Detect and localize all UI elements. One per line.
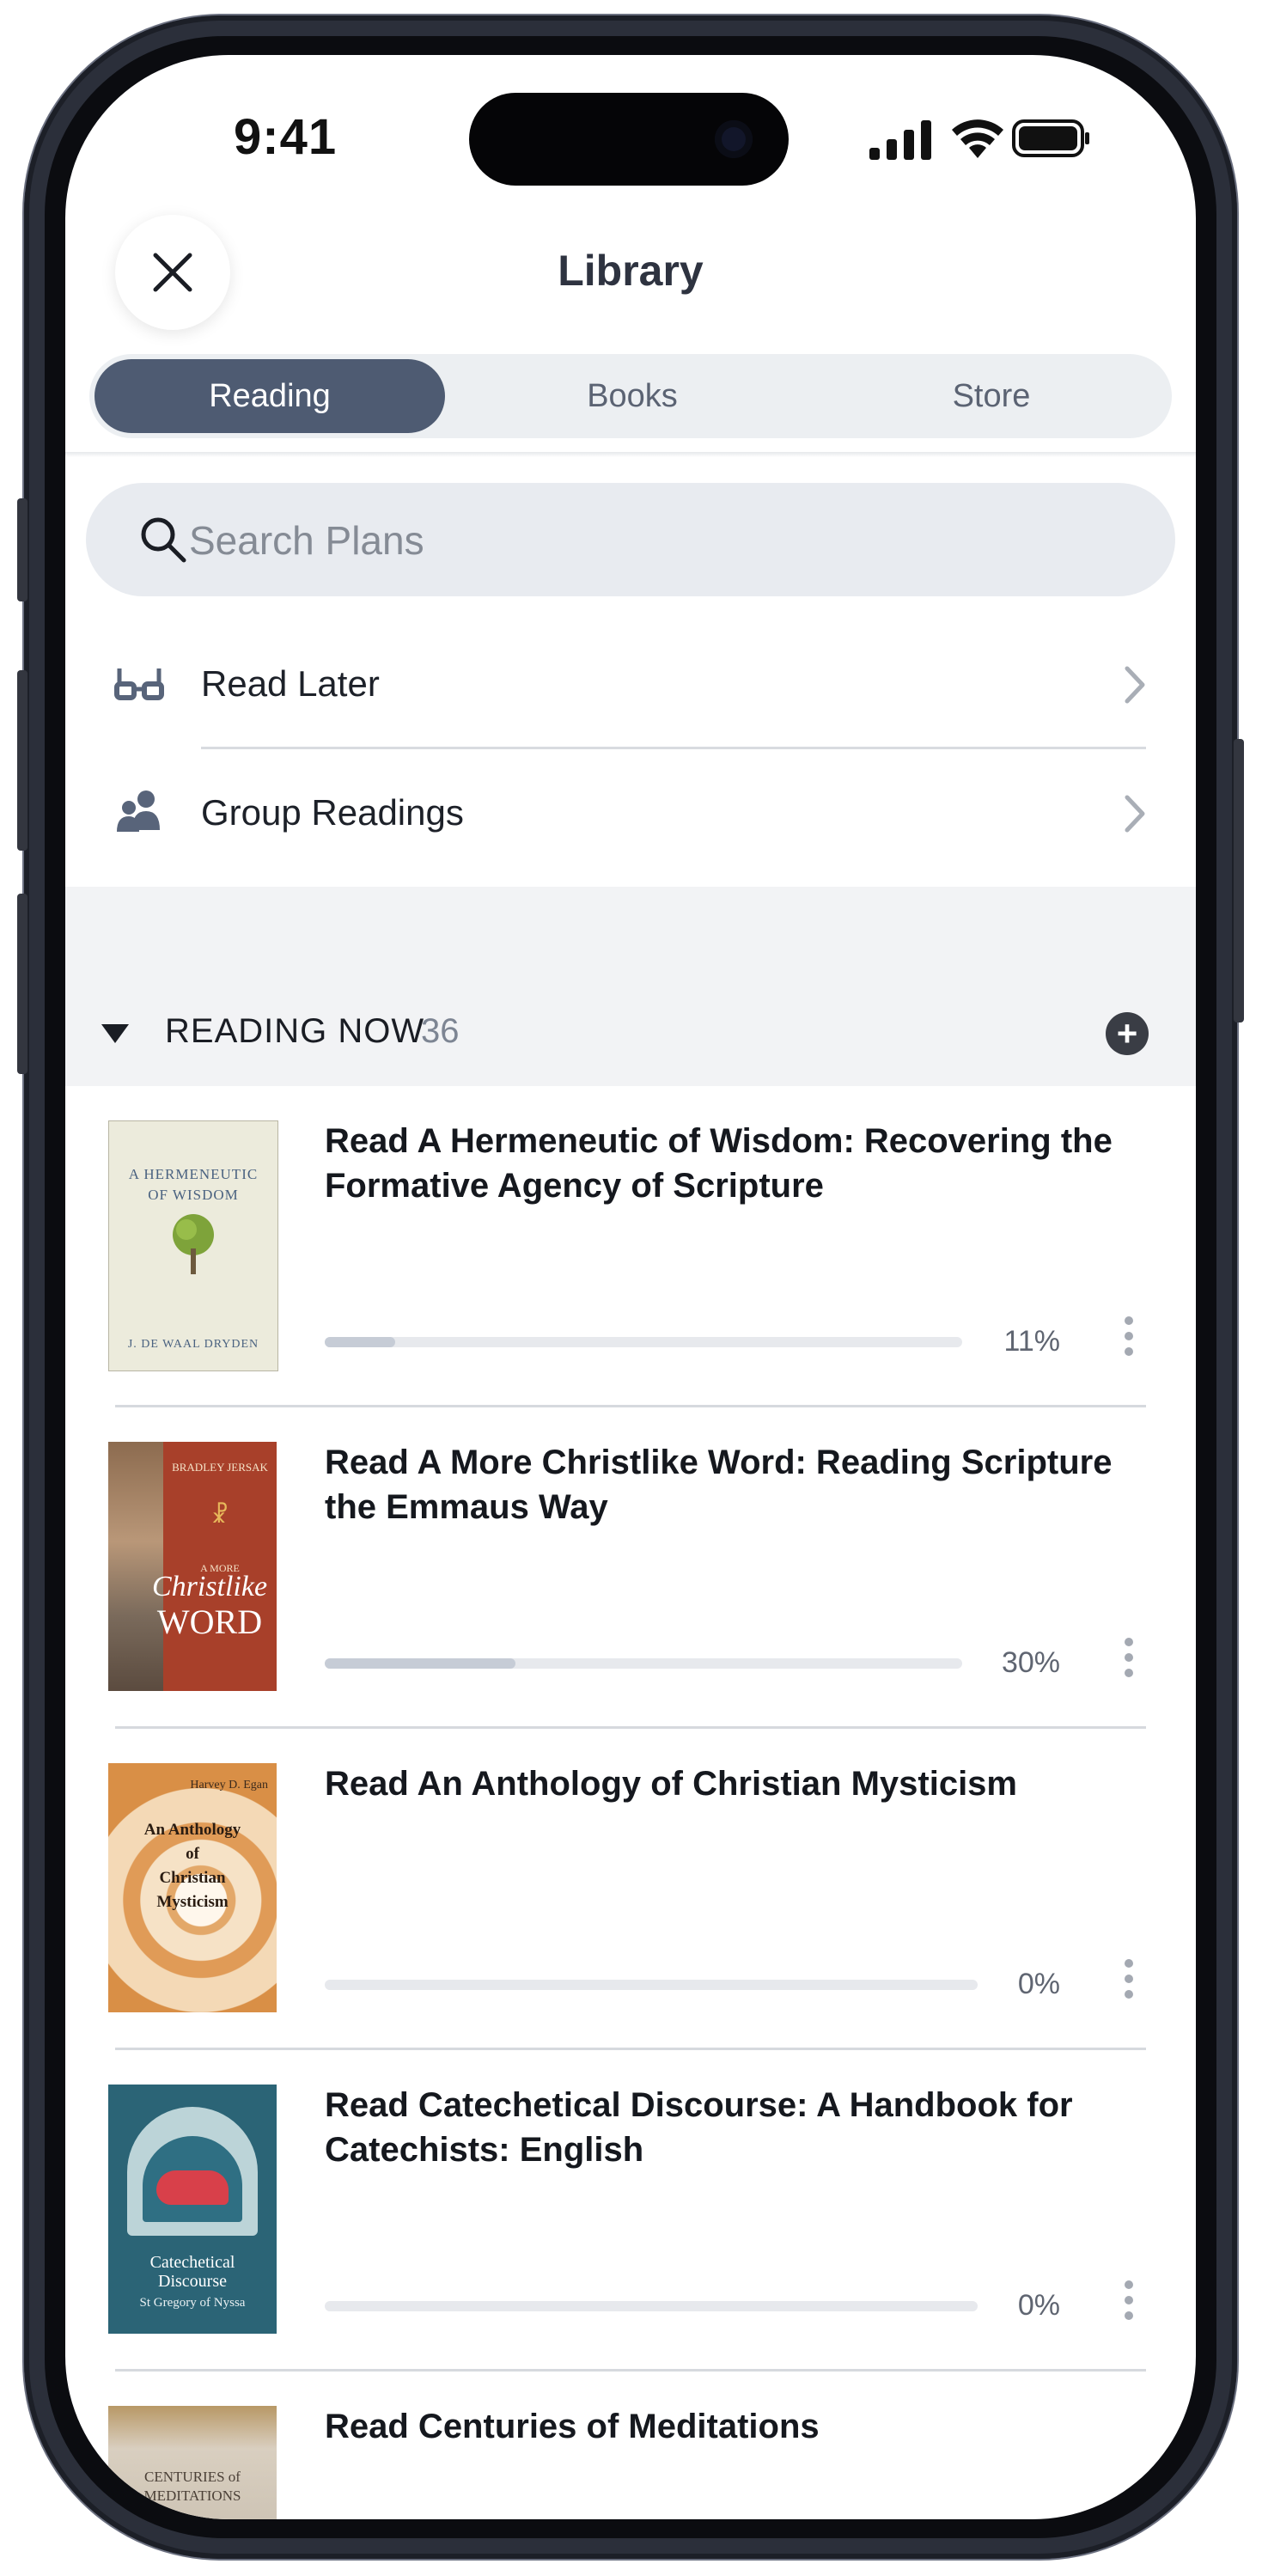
progress-fill [325, 1337, 395, 1347]
progress-bar [325, 1658, 962, 1669]
plan-title: Read Catechetical Discourse: A Handbook … [325, 2086, 1073, 2169]
add-plan-button[interactable]: + [1106, 1012, 1149, 1055]
plan-item[interactable]: Harvey D. Egan An Anthology of Christian… [65, 1729, 1196, 2050]
book-cover: BRADLEY JERSAK ☧ A MORE Christlike WORD [108, 1442, 277, 1691]
library-tabs: Reading Books Store [89, 354, 1172, 438]
cover-title-line: WORD [156, 1602, 263, 1641]
tree-illustration [173, 1214, 214, 1274]
plan-title: Read An Anthology of Christian Mysticism [325, 1765, 1017, 1803]
progress-fill [325, 1658, 515, 1669]
cover-title-line: MEDITATIONS [143, 2487, 241, 2504]
section-count: 36 [421, 1012, 460, 1050]
book-cover: CENTURIES of MEDITATIONS [108, 2406, 277, 2519]
cover-title-line: Discourse [158, 2272, 227, 2291]
plan-title: Read Centuries of Meditations [325, 2408, 820, 2445]
plan-item[interactable]: BRADLEY JERSAK ☧ A MORE Christlike WORD … [65, 1407, 1196, 1729]
cover-title-line: Mysticism [156, 1893, 229, 1911]
book-cover: Harvey D. Egan An Anthology of Christian… [108, 1763, 277, 2012]
cover-title-line: Catechetical [149, 2253, 235, 2272]
tab-books[interactable]: Books [460, 359, 804, 433]
cover-title-line: of [186, 1845, 199, 1863]
header-divider [65, 452, 1196, 457]
more-options-icon[interactable] [1122, 2280, 1136, 2325]
chevron-right-icon [1125, 666, 1145, 704]
cover-title-line: OF WISDOM [148, 1187, 239, 1203]
volume-up-button [17, 670, 27, 851]
page-title: Library [558, 247, 704, 295]
read-later-label: Read Later [201, 663, 380, 704]
progress-percent: 11% [1003, 1325, 1060, 1358]
action-button [17, 498, 27, 601]
more-options-icon[interactable] [1122, 1959, 1136, 2004]
volume-down-button [17, 894, 27, 1074]
cover-author: Harvey D. Egan [190, 1779, 268, 1792]
camera-icon [715, 120, 753, 158]
more-options-icon[interactable] [1122, 1316, 1136, 1361]
tab-store[interactable]: Store [818, 359, 1165, 433]
cover-author: St Gregory of Nyssa [139, 2296, 246, 2310]
book-cover: A HERMENEUTIC OF WISDOM J. DE WAAL DRYDE… [108, 1120, 278, 1371]
cover-title-line: CENTURIES of [144, 2469, 241, 2485]
group-readings-label: Group Readings [201, 792, 464, 833]
group-readings-row[interactable]: Group Readings [65, 749, 1196, 878]
book-cover: Catechetical Discourse St Gregory of Nys… [108, 2085, 277, 2334]
glasses-icon [114, 668, 164, 700]
progress-bar [325, 2301, 978, 2311]
progress-percent: 0% [1017, 1968, 1060, 2000]
group-icon [117, 791, 160, 832]
tab-reading[interactable]: Reading [94, 359, 445, 433]
cover-author: BRADLEY JERSAK [172, 1461, 268, 1474]
cover-title-line: A HERMENEUTIC [128, 1166, 259, 1182]
side-button [1234, 739, 1244, 1022]
cover-title-line: Christlike [151, 1571, 268, 1602]
plan-item[interactable]: A HERMENEUTIC OF WISDOM J. DE WAAL DRYDE… [65, 1086, 1196, 1407]
collapse-triangle-icon[interactable] [101, 1024, 129, 1043]
cover-title-line: An Anthology [143, 1821, 241, 1839]
more-options-icon[interactable] [1122, 1638, 1136, 1682]
cover-author: J. DE WAAL DRYDEN [127, 1338, 259, 1351]
progress-bar [325, 1980, 978, 1990]
screen: 9:41 Library Reading Books Store Search … [65, 55, 1196, 2519]
plan-title: Read A More Christlike Word: Reading Scr… [325, 1444, 1113, 1526]
status-time: 9:41 [234, 109, 338, 165]
battery-icon [1012, 119, 1089, 157]
plan-item[interactable]: Catechetical Discourse St Gregory of Nys… [65, 2050, 1196, 2372]
cellular-signal-icon [869, 120, 931, 160]
wifi-icon [952, 119, 1003, 158]
read-later-row[interactable]: Read Later [65, 620, 1196, 749]
status-bar: 9:41 [65, 55, 1196, 227]
cover-title-line: Christian [159, 1869, 226, 1887]
progress-percent: 0% [1017, 2289, 1060, 2322]
plan-item[interactable]: CENTURIES of MEDITATIONS Read Centuries … [65, 2372, 1196, 2519]
search-icon [141, 517, 186, 563]
progress-bar [325, 1337, 962, 1347]
section-title: READING NOW [165, 1012, 425, 1050]
progress-percent: 30% [1001, 1646, 1060, 1679]
plan-title: Read A Hermeneutic of Wisdom: Recovering… [325, 1122, 1113, 1205]
chevron-right-icon [1125, 795, 1145, 833]
search-bar[interactable] [86, 483, 1175, 596]
search-input[interactable] [187, 510, 1050, 571]
